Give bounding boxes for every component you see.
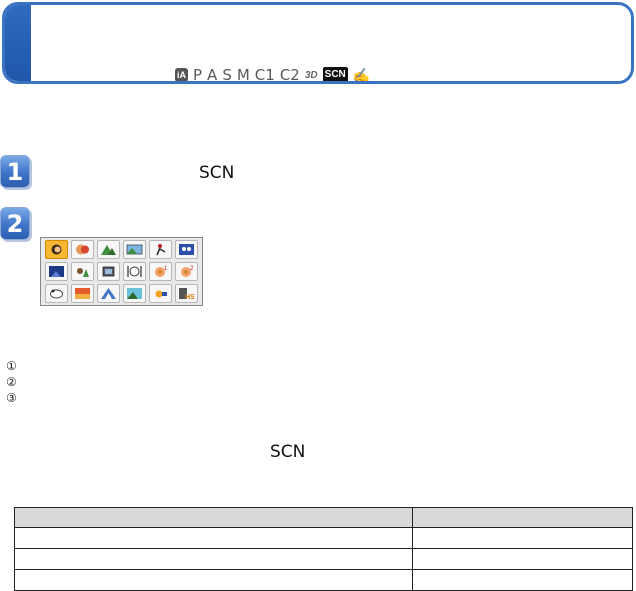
mode-a-icon: A [207,66,218,84]
baby-icon [175,240,198,259]
panorama-icon [123,240,146,259]
table-cell [14,569,413,591]
mode-p-icon: P [193,66,203,84]
mode-m-icon: M [236,66,250,84]
step-1-badge: 1 [0,155,30,188]
party-icon [149,284,172,303]
table-row [14,548,633,570]
step-1-scn-label: SCN [199,163,235,183]
sunset-icon [71,284,94,303]
soft-skin-icon [71,240,94,259]
creative-control-icon: ✍ [352,66,371,83]
night-scenery-icon [45,262,68,281]
mode-c1-icon: C1 [254,66,275,84]
table-cell [412,548,633,570]
mode-3d-icon: 3D [304,69,318,81]
table-header-cell [14,507,413,528]
mode-c2-icon: C2 [279,66,300,84]
section-header-box: iA P A S M C1 C2 3D SCN ✍ [2,2,634,84]
mode-scn-icon: SCN [322,67,348,81]
scene-menu-grid: 1 2 HS [40,237,203,306]
note-scn-label: SCN [270,442,306,462]
step-2-badge: 2 [0,207,30,240]
table-header-cell [412,507,633,528]
portrait-icon [45,240,68,259]
table-cell [14,548,413,570]
food-icon [123,262,146,281]
svg-text:1: 1 [164,266,168,272]
numbered-marker-3: ③ [6,391,17,405]
handheld-night-icon [97,262,120,281]
recording-mode-row: iA P A S M C1 C2 3D SCN ✍ [175,65,371,84]
night-portrait-icon [71,262,94,281]
table-cell [412,527,633,549]
sports-icon [149,240,172,259]
mode-ia-icon: iA [175,68,188,81]
hs-burst-icon: HS [175,284,198,303]
svg-text:HS: HS [185,294,195,300]
table-cell [412,569,633,591]
through-glass-icon [123,284,146,303]
pet-icon [45,284,68,303]
table-cell [14,527,413,549]
high-sensitivity-icon [97,284,120,303]
baby2-icon: 2 [175,262,198,281]
numbered-marker-1: ① [6,359,17,373]
numbered-marker-2: ② [6,375,17,389]
mode-s-icon: S [222,66,232,84]
baby1-icon: 1 [149,262,172,281]
settings-table [14,507,633,591]
table-header-row [14,507,633,528]
header-accent-tab [5,5,31,81]
scenery-icon [97,240,120,259]
svg-text:2: 2 [190,266,194,272]
table-row [14,569,633,591]
table-row [14,527,633,549]
